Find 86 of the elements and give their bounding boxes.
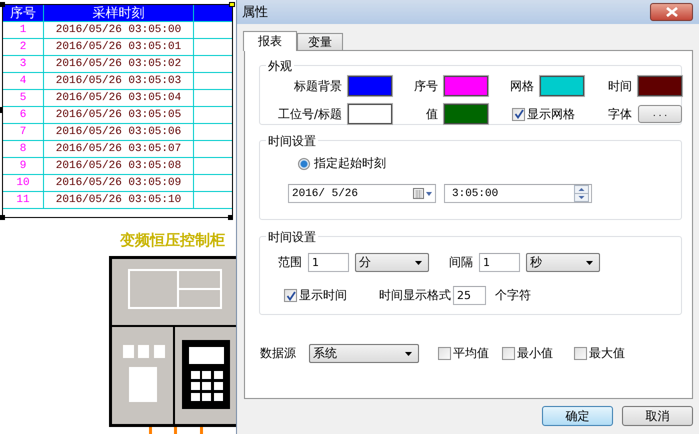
font-label: 字体 <box>607 106 632 122</box>
font-button[interactable]: . . . <box>638 105 682 123</box>
check-icon <box>514 109 524 119</box>
calendar-icon <box>413 188 433 200</box>
table-cell: 8 <box>3 141 44 157</box>
table-cell: 9 <box>3 158 44 174</box>
dialog-button[interactable]: 取消 <box>622 406 693 426</box>
checkbox[interactable] <box>512 108 525 120</box>
color-swatch[interactable] <box>444 104 488 124</box>
time-field[interactable]: 3:05:00 <box>444 184 592 203</box>
table-cell: 6 <box>3 107 44 123</box>
color-label: 工位号/标题 <box>276 106 342 122</box>
close-icon <box>666 7 678 17</box>
group-title: 时间设置 <box>266 133 318 150</box>
dropdown-arrow-icon <box>405 352 412 356</box>
table-cell: 1 <box>3 22 44 38</box>
color-swatch[interactable] <box>348 104 392 124</box>
dialog-button[interactable]: 确定 <box>542 406 613 426</box>
color-label: 时间 <box>607 78 632 94</box>
checkbox-label: 显示时间 <box>299 287 347 304</box>
field-label: 间隔 <box>449 254 473 271</box>
table-cell: 10 <box>3 175 44 191</box>
table-cell: 2016/05/26 03:05:03 <box>44 73 194 89</box>
table-cell: 2016/05/26 03:05:05 <box>44 107 194 123</box>
dropdown[interactable]: 秒 <box>526 253 600 272</box>
table-cell: 2016/05/26 03:05:02 <box>44 56 194 72</box>
selection-handle[interactable] <box>0 2 5 7</box>
input-field[interactable]: 25 <box>453 286 486 305</box>
table-cell: 2016/05/26 03:05:06 <box>44 124 194 140</box>
selection-handle[interactable] <box>0 215 5 220</box>
color-swatch[interactable] <box>540 76 584 96</box>
color-swatch[interactable] <box>638 76 682 96</box>
color-swatch[interactable] <box>444 76 488 96</box>
table-cell: 2016/05/26 03:05:04 <box>44 90 194 106</box>
selection-handle[interactable] <box>0 107 2 113</box>
checkbox[interactable] <box>284 289 297 302</box>
cabinet-title: 变频恒压控制柜 <box>120 231 225 250</box>
table-cell: 2016/05/26 03:05:08 <box>44 158 194 174</box>
table-cell: 5 <box>3 90 44 106</box>
group-title: 时间设置 <box>266 229 318 246</box>
table-cell: 2016/05/26 03:05:00 <box>44 22 194 38</box>
color-label: 序号 <box>413 78 438 94</box>
window-title: 属性 <box>242 4 268 21</box>
radio-label: 指定起始时刻 <box>314 155 386 172</box>
table-cell: 3 <box>3 56 44 72</box>
dropdown[interactable]: 分 <box>355 253 429 272</box>
selection-handle[interactable] <box>229 2 235 7</box>
terminal-marks <box>149 427 203 434</box>
table-cell: 2016/05/26 03:05:10 <box>44 192 194 208</box>
checkbox-label: 最大值 <box>589 345 625 362</box>
color-label: 值 <box>425 106 438 122</box>
color-swatch[interactable] <box>348 76 392 96</box>
table-cell: 7 <box>3 124 44 140</box>
dropdown[interactable]: 系统 <box>309 344 419 363</box>
color-label: 标题背景 <box>293 78 342 94</box>
checkbox[interactable] <box>438 347 451 360</box>
checkbox-label: 显示网格 <box>527 106 575 122</box>
color-label: 网格 <box>509 78 534 94</box>
table-cell: 11 <box>3 192 44 208</box>
tab[interactable]: 变量 <box>297 33 343 50</box>
selection-handle[interactable] <box>228 215 233 220</box>
radio-button[interactable] <box>298 158 310 170</box>
input-field[interactable]: 1 <box>479 253 520 272</box>
tab[interactable]: 报表 <box>243 31 297 51</box>
report-table[interactable] <box>2 4 233 218</box>
field-label: 范围 <box>278 254 302 271</box>
checkbox[interactable] <box>502 347 515 360</box>
table-cell: 2016/05/26 03:05:01 <box>44 39 194 55</box>
field-label: 时间显示格式 <box>379 287 451 304</box>
checkbox-label: 平均值 <box>453 345 489 362</box>
input-field[interactable]: 1 <box>308 253 349 272</box>
dropdown-arrow-icon <box>415 260 422 264</box>
checkbox-label: 最小值 <box>517 345 553 362</box>
date-picker[interactable]: 2016/ 5/26 <box>288 184 436 203</box>
spinner-icon <box>574 185 589 202</box>
close-button[interactable] <box>650 3 693 21</box>
check-icon <box>286 290 296 300</box>
checkbox[interactable] <box>574 347 587 360</box>
table-cell: 4 <box>3 73 44 89</box>
table-cell: 2 <box>3 39 44 55</box>
field-label: 个字符 <box>495 287 531 304</box>
field-label: 数据源 <box>260 345 296 362</box>
header-cell: 采样时刻 <box>44 5 194 21</box>
table-cell: 2016/05/26 03:05:09 <box>44 175 194 191</box>
dropdown-arrow-icon <box>586 260 593 264</box>
table-cell: 2016/05/26 03:05:07 <box>44 141 194 157</box>
